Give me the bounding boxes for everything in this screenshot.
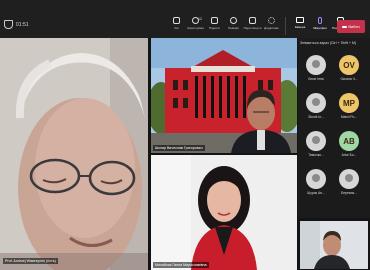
participant-tile[interactable]: Skorik Ін... [301,93,331,119]
participant-tile[interactable]: AB Artur Бо... [334,131,364,157]
shield-icon [4,20,13,29]
avatar [306,131,326,151]
participant-tile[interactable]: OV Оксана Ч... [334,55,364,81]
chat-button[interactable]: Чат [167,17,186,30]
speaker-video [0,38,148,270]
participant-name: Matvii Ро... [340,115,358,119]
avatar [339,169,359,189]
toolbar-divider [285,17,286,35]
reaction-icon [230,17,237,24]
participant-name: Бюзе Інна [308,77,324,81]
participant-tile[interactable]: Бюзе Інна [301,55,331,81]
camera-button[interactable]: Камера [291,17,309,35]
video-tile-building[interactable]: Шкляр Вячеслав Григорович [151,38,297,153]
participant-tile[interactable]: Тимочко... [301,131,331,157]
more-icon [268,17,275,24]
people-button[interactable]: 12 Користувачі [186,17,205,30]
video-tile-woman[interactable]: Михайлик Ганна Мирославівна [151,155,297,270]
avatar-person-icon [312,174,320,182]
participant-name-main: Prof. Andrzej Wawrzynek (гість) [3,258,58,264]
avatar-person-icon [312,98,320,106]
meeting-toolbar: 01:51 Чат 12 Користувачі Підняти Реакція… [0,0,370,38]
more-button[interactable]: Додатково [262,17,281,30]
self-view-video[interactable] [300,221,368,269]
participants-gallery-panel: Знімається зараз (Ctrl + Shift + M) Бюзе… [298,38,370,218]
leave-button[interactable]: Вийти [337,20,365,33]
view-icon [249,17,256,24]
participant-tile[interactable]: Березюк... [334,169,364,195]
participants-count: 12 [198,17,202,21]
meeting-info: 01:51 [4,20,29,29]
participant-name: Skorik Ін... [308,115,324,119]
participant-name-woman: Михайлик Ганна Мирославівна [153,262,209,268]
reaction-button[interactable]: Реакція [224,17,243,30]
participant-name: Artur Бо... [341,153,357,157]
meeting-timer: 01:51 [16,21,29,28]
mic-button[interactable]: Мікрофон [311,17,329,35]
chat-icon [173,17,180,24]
avatar: OV [339,55,359,75]
raise-hand-icon [211,17,218,24]
avatar: AB [339,131,359,151]
avatar-initials: MP [343,98,355,108]
avatar-initials: AB [343,136,355,146]
woman-video [151,155,297,270]
panel-title: Знімається зараз (Ctrl + Shift + M) [300,41,357,45]
participant-name: Шурик Ан... [307,191,325,195]
participant-name: Березюк... [341,191,357,195]
phone-icon [342,25,348,28]
self-video [300,221,368,269]
building-background-video [151,38,297,153]
toolbar-actions: Чат 12 Користувачі Підняти Реакція Перег… [167,17,281,30]
camera-icon [296,17,304,23]
participant-name-building: Шкляр Вячеслав Григорович [153,145,205,151]
raise-hand-button[interactable]: Підняти [205,17,224,30]
microphone-icon [318,17,322,24]
participant-name: Тимочко... [308,153,324,157]
avatar [306,55,326,75]
participant-tile[interactable]: MP Matvii Ро... [334,93,364,119]
participant-tile[interactable]: Шурик Ан... [301,169,331,195]
view-button[interactable]: Переглянути [243,17,262,30]
avatar [306,93,326,113]
avatar: MP [339,93,359,113]
video-tile-main-speaker[interactable]: Prof. Andrzej Wawrzynek (гість) [0,38,148,270]
participant-name: Оксана Ч... [340,77,358,81]
avatar [306,169,326,189]
avatar-person-icon [312,60,320,68]
avatar-person-icon [345,174,353,182]
avatar-person-icon [312,136,320,144]
avatar-initials: OV [343,60,355,70]
